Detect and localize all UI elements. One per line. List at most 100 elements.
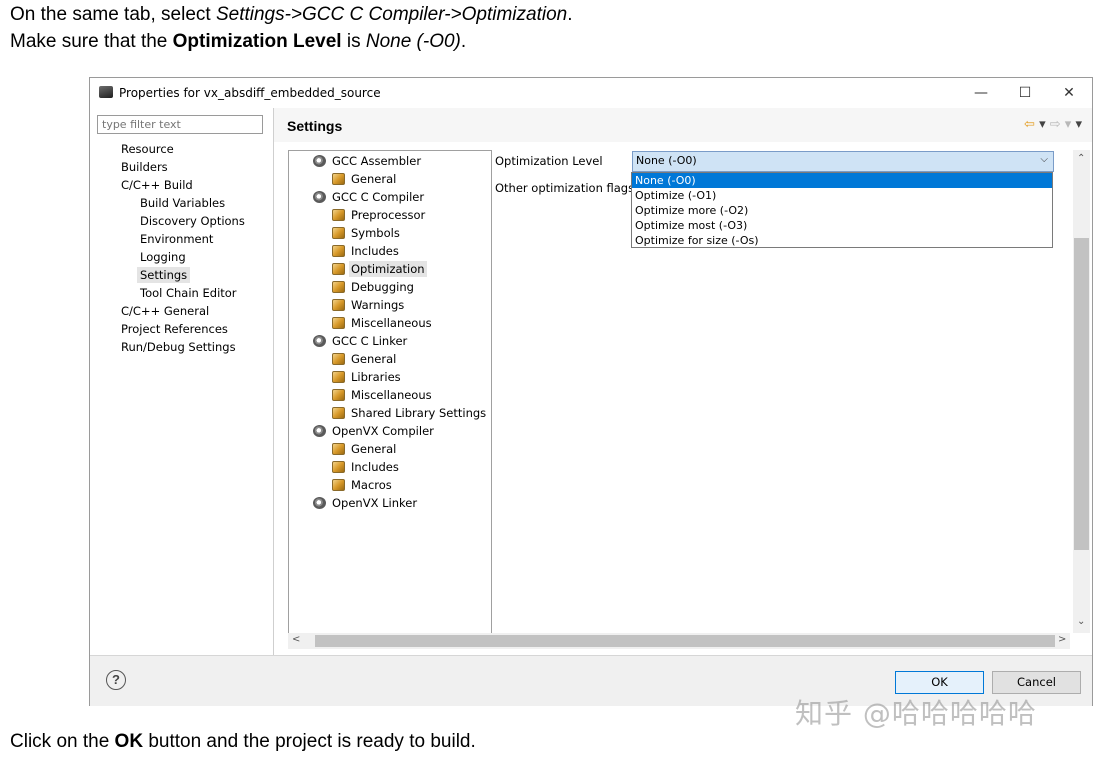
tree-item-gcc-assembler[interactable]: GCC Assembler bbox=[313, 154, 423, 168]
nav-item-cc-build[interactable]: C/C++ Build bbox=[118, 177, 196, 193]
tree-item-debugging[interactable]: Debugging bbox=[332, 280, 416, 294]
tree-item-label: GCC C Linker bbox=[332, 334, 408, 348]
back-arrow-icon[interactable]: ⇦ bbox=[1024, 117, 1035, 132]
horizontal-scrollbar[interactable]: < > bbox=[288, 633, 1070, 649]
horizontal-scroll-thumb[interactable] bbox=[315, 635, 1055, 647]
option-category-icon bbox=[332, 299, 345, 311]
instruction-text: On the same tab, select bbox=[10, 4, 216, 25]
forward-menu-chevron-icon[interactable]: ▾ bbox=[1065, 117, 1072, 132]
option-optimize-o1[interactable]: Optimize (-O1) bbox=[632, 188, 1052, 203]
tree-item-openvx-linker[interactable]: OpenVX Linker bbox=[313, 496, 419, 510]
left-navigation: Resource Builders C/C++ Build Build Vari… bbox=[90, 108, 274, 655]
instruction-text: . bbox=[460, 31, 467, 52]
nav-item-builders[interactable]: Builders bbox=[118, 159, 171, 175]
nav-item-build-variables[interactable]: Build Variables bbox=[137, 195, 228, 211]
tree-item-label: Preprocessor bbox=[351, 208, 426, 222]
tree-item-gcc-c-linker[interactable]: GCC C Linker bbox=[313, 334, 409, 348]
tree-item-preprocessor[interactable]: Preprocessor bbox=[332, 208, 427, 222]
nav-item-cc-general[interactable]: C/C++ General bbox=[118, 303, 212, 319]
scroll-down-icon[interactable]: ⌄ bbox=[1077, 616, 1085, 627]
eclipse-app-icon bbox=[99, 86, 113, 98]
option-category-icon bbox=[332, 479, 345, 491]
nav-item-environment[interactable]: Environment bbox=[137, 231, 216, 247]
tree-item-shared-library-settings[interactable]: Shared Library Settings bbox=[332, 406, 488, 420]
tree-item-macros[interactable]: Macros bbox=[332, 478, 394, 492]
tree-item-miscellaneous[interactable]: Miscellaneous bbox=[332, 316, 434, 330]
tree-item-label: Includes bbox=[351, 244, 399, 258]
tree-item-label: GCC Assembler bbox=[332, 154, 422, 168]
maximize-button[interactable]: ☐ bbox=[1003, 80, 1047, 106]
option-optimize-more-o2[interactable]: Optimize more (-O2) bbox=[632, 203, 1052, 218]
option-category-icon bbox=[332, 173, 345, 185]
close-button[interactable]: ✕ bbox=[1047, 80, 1091, 106]
filter-input[interactable] bbox=[97, 115, 263, 134]
nav-item-settings[interactable]: Settings bbox=[137, 267, 191, 283]
optimization-level-select[interactable]: None (-O0) ⌵ bbox=[632, 151, 1054, 172]
window-title: Properties for vx_absdiff_embedded_sourc… bbox=[119, 86, 381, 100]
tree-item-optimization[interactable]: Optimization bbox=[332, 261, 427, 277]
history-navigation: ⇦ ▾ ⇨ ▾ ▾ bbox=[1024, 117, 1082, 132]
option-category-icon bbox=[332, 209, 345, 221]
option-category-icon bbox=[332, 227, 345, 239]
instruction-value: None (-O0) bbox=[365, 31, 461, 52]
vertical-scroll-thumb[interactable] bbox=[1074, 238, 1089, 550]
instruction-strong: OK bbox=[114, 731, 144, 752]
tree-item-label: OpenVX Compiler bbox=[332, 424, 434, 438]
back-menu-chevron-icon[interactable]: ▾ bbox=[1039, 117, 1046, 132]
tree-item-general[interactable]: General bbox=[332, 352, 398, 366]
page-header: Settings ⇦ ▾ ⇨ ▾ ▾ bbox=[274, 108, 1092, 142]
tree-item-label: Includes bbox=[351, 460, 399, 474]
instruction-line-1: On the same tab, select Settings->GCC C … bbox=[10, 4, 573, 26]
instruction-text: Make sure that the bbox=[10, 31, 173, 52]
option-category-icon bbox=[332, 443, 345, 455]
scroll-left-icon[interactable]: < bbox=[292, 634, 300, 645]
nav-item-tool-chain-editor[interactable]: Tool Chain Editor bbox=[137, 285, 240, 301]
cancel-button[interactable]: Cancel bbox=[992, 671, 1081, 694]
nav-item-run-debug-settings[interactable]: Run/Debug Settings bbox=[118, 339, 239, 355]
forward-arrow-icon[interactable]: ⇨ bbox=[1050, 117, 1061, 132]
optimization-level-label: Optimization Level bbox=[495, 154, 603, 168]
nav-item-resource[interactable]: Resource bbox=[118, 141, 177, 157]
tree-item-includes[interactable]: Includes bbox=[332, 244, 401, 258]
nav-item-logging[interactable]: Logging bbox=[137, 249, 189, 265]
vertical-scrollbar[interactable]: ⌃ ⌄ bbox=[1073, 150, 1090, 633]
instruction-line-3: Click on the OK button and the project i… bbox=[10, 731, 476, 753]
option-optimize-most-o3[interactable]: Optimize most (-O3) bbox=[632, 218, 1052, 233]
scroll-up-icon[interactable]: ⌃ bbox=[1077, 153, 1085, 164]
tree-item-label: Shared Library Settings bbox=[351, 406, 487, 420]
help-icon[interactable]: ? bbox=[106, 670, 126, 690]
tree-item-warnings[interactable]: Warnings bbox=[332, 298, 406, 312]
watermark-text: 知乎 @哈哈哈哈哈 bbox=[795, 697, 1037, 730]
nav-item-discovery-options[interactable]: Discovery Options bbox=[137, 213, 248, 229]
scroll-right-icon[interactable]: > bbox=[1058, 634, 1066, 645]
tree-item-label: Macros bbox=[351, 478, 392, 492]
instruction-path: Settings->GCC C Compiler->Optimization bbox=[215, 4, 568, 25]
tree-item-general[interactable]: General bbox=[332, 442, 398, 456]
option-category-icon bbox=[332, 317, 345, 329]
tree-item-label: General bbox=[351, 442, 397, 456]
nav-item-project-references[interactable]: Project References bbox=[118, 321, 231, 337]
view-menu-chevron-icon[interactable]: ▾ bbox=[1075, 117, 1082, 132]
minimize-button[interactable]: — bbox=[959, 80, 1003, 106]
instruction-strong: Optimization Level bbox=[172, 31, 342, 52]
tree-item-gcc-c-compiler[interactable]: GCC C Compiler bbox=[313, 190, 426, 204]
title-bar[interactable]: Properties for vx_absdiff_embedded_sourc… bbox=[90, 78, 1092, 108]
tool-gear-icon bbox=[313, 155, 326, 167]
tool-gear-icon bbox=[313, 425, 326, 437]
option-optimize-size-os[interactable]: Optimize for size (-Os) bbox=[632, 233, 1052, 248]
option-category-icon bbox=[332, 371, 345, 383]
tool-gear-icon bbox=[313, 191, 326, 203]
ok-button[interactable]: OK bbox=[895, 671, 984, 694]
tree-item-libraries[interactable]: Libraries bbox=[332, 370, 403, 384]
tree-item-general[interactable]: General bbox=[332, 172, 398, 186]
tree-item-label: OpenVX Linker bbox=[332, 496, 418, 510]
tool-gear-icon bbox=[313, 497, 326, 509]
option-category-icon bbox=[332, 263, 345, 275]
tree-item-miscellaneous[interactable]: Miscellaneous bbox=[332, 388, 434, 402]
tree-item-includes[interactable]: Includes bbox=[332, 460, 401, 474]
tree-item-label: General bbox=[351, 172, 397, 186]
tree-item-symbols[interactable]: Symbols bbox=[332, 226, 402, 240]
tree-item-openvx-compiler[interactable]: OpenVX Compiler bbox=[313, 424, 436, 438]
optimization-level-dropdown: None (-O0) Optimize (-O1) Optimize more … bbox=[631, 172, 1053, 248]
option-none-o0[interactable]: None (-O0) bbox=[632, 173, 1052, 188]
